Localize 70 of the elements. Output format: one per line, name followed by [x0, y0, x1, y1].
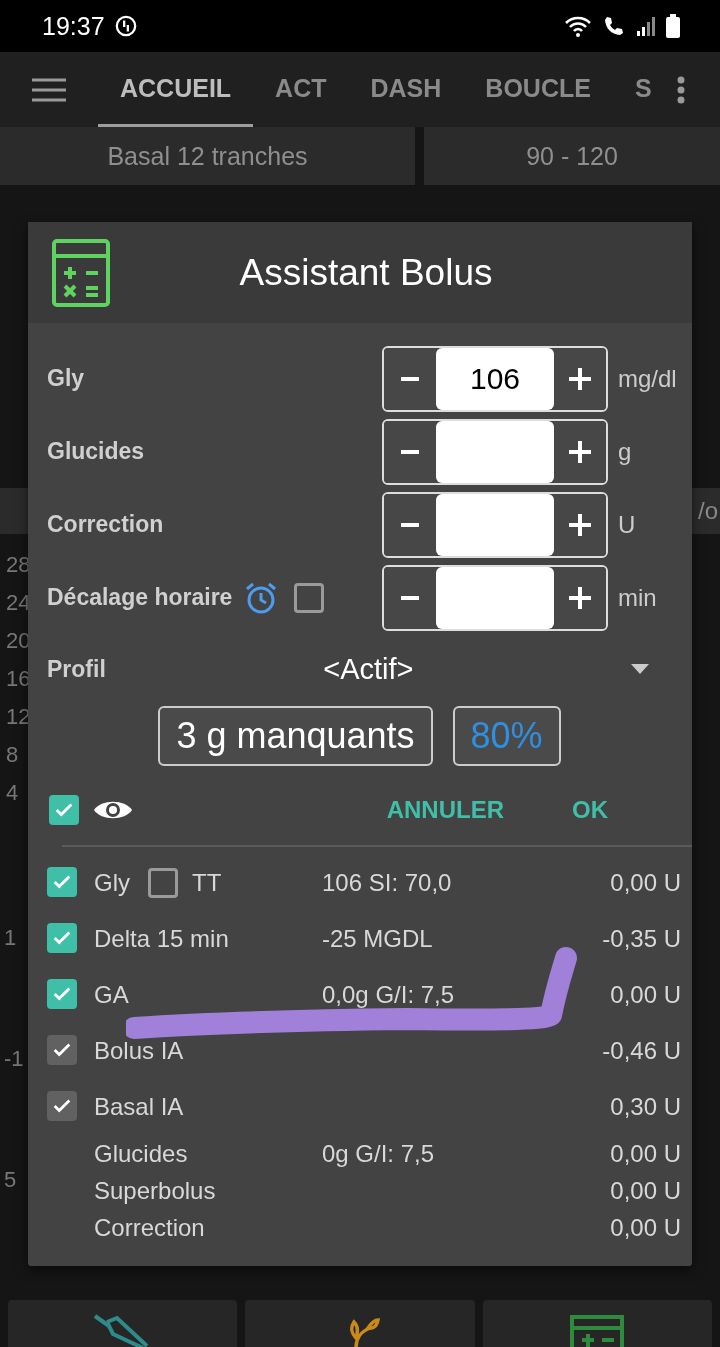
axis-label: 5 [4, 1167, 18, 1193]
carbs-button[interactable] [245, 1300, 475, 1347]
axis-label: -1 [4, 1046, 24, 1072]
calculator-icon [568, 1314, 627, 1347]
checkbox[interactable] [294, 582, 325, 613]
checkbox[interactable] [49, 795, 79, 825]
row-label: Superbolus [94, 1176, 216, 1205]
sync-icon [114, 15, 137, 37]
carbs-warning-button[interactable]: 3 g manquants [158, 706, 433, 766]
profile-button[interactable]: Basal 12 tranches [0, 127, 415, 185]
row-amount: 0,00 U [610, 981, 681, 1009]
field-label: Gly [47, 365, 85, 392]
axis-label: 4 [6, 780, 20, 806]
axis-label: 24 [6, 590, 31, 616]
checkbox[interactable] [148, 868, 178, 898]
row-label: Gly [94, 869, 130, 897]
signal-icon [636, 15, 656, 37]
field-label: Glucides [47, 438, 145, 465]
calculator-button[interactable] [482, 1300, 712, 1347]
row-amount: -0,35 U [602, 925, 681, 953]
field-label: Correction [47, 511, 164, 538]
row-detail: 106 SI: 70,0 [322, 869, 452, 896]
dropdown-arrow-icon[interactable] [631, 664, 649, 674]
field-label: Profil [47, 655, 106, 683]
row-label: GA [94, 981, 129, 1009]
axis-label: 1 [4, 925, 18, 951]
row-amount: 0,00 U [610, 869, 681, 897]
battery-icon [666, 14, 680, 38]
tab[interactable]: BOUCLE [463, 52, 613, 127]
unit-label: g [617, 437, 633, 466]
row-label: Delta 15 min [94, 925, 229, 953]
row-amount: 0,00 U [610, 1139, 681, 1168]
unit-label: mg/dl [617, 364, 678, 393]
unit-label: U [617, 510, 637, 539]
checkbox[interactable] [47, 923, 77, 953]
insulin-button[interactable] [8, 1300, 238, 1347]
more-icon[interactable] [676, 75, 686, 104]
row-detail: 0,0g G/I: 7,5 [322, 981, 455, 1008]
profile-button[interactable]: 90 - 120 [424, 127, 720, 185]
call-icon [602, 14, 626, 38]
row-label: Basal IA [94, 1093, 184, 1121]
percentage-button[interactable]: 80% [452, 706, 561, 766]
menu-icon[interactable] [32, 77, 66, 102]
clock: 19:37 [42, 11, 105, 41]
row-label: Bolus IA [94, 1037, 184, 1065]
axis-label: 8 [6, 742, 20, 768]
header-text: /o [698, 497, 718, 525]
tab[interactable]: DASH [348, 52, 464, 127]
row-amount: 0,30 U [610, 1093, 681, 1121]
alarm-clock-icon[interactable] [244, 580, 279, 615]
row-label: Correction [94, 1213, 205, 1242]
cancel-button[interactable]: ANNULER [376, 796, 514, 824]
dialog-title: Assistant Bolus [238, 251, 494, 294]
calculator-icon [52, 238, 110, 307]
checkbox[interactable] [47, 979, 77, 1009]
row-amount: 0,00 U [610, 1213, 681, 1242]
checkbox[interactable] [47, 867, 77, 897]
row-detail: -25 MGDL [322, 925, 433, 952]
unit-label: min [617, 583, 658, 612]
wifi-icon [564, 15, 592, 37]
ok-button[interactable]: OK [562, 796, 618, 824]
row-amount: -0,46 U [602, 1037, 681, 1065]
row-label: TT [192, 869, 222, 897]
row-amount: 0,00 U [610, 1176, 681, 1205]
field-label: Décalage horaire [47, 584, 233, 611]
row-detail: 0g G/I: 7,5 [322, 1139, 435, 1167]
tab[interactable]: S [612, 52, 674, 127]
profile-dropdown[interactable]: <Actif> [105, 652, 631, 686]
tab[interactable]: ACT [253, 52, 349, 127]
row-label: Glucides [94, 1139, 188, 1168]
